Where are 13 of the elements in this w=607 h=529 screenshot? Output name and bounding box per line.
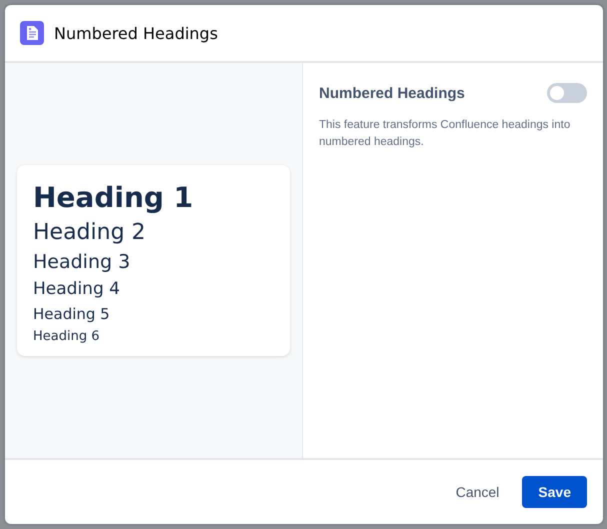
cancel-button[interactable]: Cancel (440, 476, 514, 508)
heading-sample: Heading 1 (33, 181, 194, 214)
save-button[interactable]: Save (522, 476, 587, 508)
heading-sample: Heading 4 (33, 279, 120, 299)
heading-sample: Heading 3 (33, 251, 130, 273)
heading-sample: Heading 6 (33, 329, 100, 344)
setting-label: Numbered Headings (319, 84, 465, 102)
heading-sample: Heading 2 (33, 220, 146, 245)
heading-sample: Heading 5 (33, 305, 110, 323)
document-icon (20, 21, 44, 45)
toggle-switch[interactable] (547, 83, 587, 103)
setting-description: This feature transforms Confluence headings into numbered headings. (319, 118, 572, 150)
dialog-title: Numbered Headings (54, 24, 218, 42)
